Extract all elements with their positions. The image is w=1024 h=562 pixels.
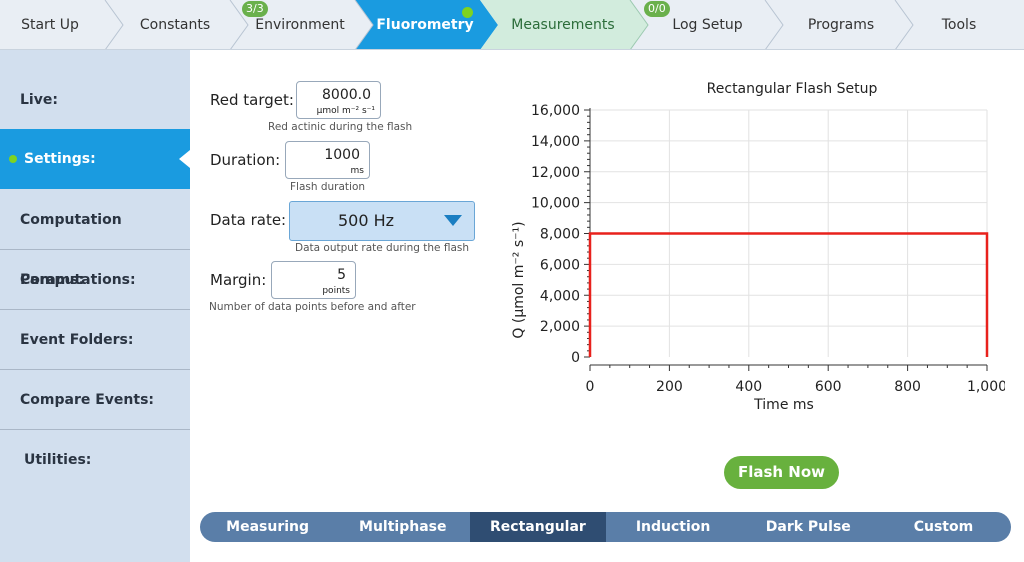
duration-hint: Flash duration <box>290 181 366 193</box>
tab-dark-pulse[interactable]: Dark Pulse <box>741 512 876 542</box>
y-tick-label: 14,000 <box>531 134 580 150</box>
y-tick-label: 4,000 <box>540 288 580 304</box>
sidebar: Live: Settings: Computation Params: Comp… <box>0 50 190 562</box>
data-rate-label: Data rate: <box>210 211 287 229</box>
tab-constants[interactable]: Constants <box>120 0 230 50</box>
tab-custom[interactable]: Custom <box>876 512 1011 542</box>
chart-y-ticks: 0 2,000 4,000 6,000 8,000 10,000 12,000 14,000 1… <box>531 103 590 366</box>
data-rate-hint: Data output rate during the flash <box>295 242 469 254</box>
duration-label: Duration: <box>210 151 281 169</box>
x-tick-label: 600 <box>815 379 842 395</box>
duration-input[interactable]: 1000 ms <box>285 141 370 179</box>
log-setup-count-badge: 0/0 <box>644 1 670 17</box>
red-target-label: Red target: <box>210 91 294 109</box>
sidebar-item-compare-events[interactable]: Compare Events: <box>0 370 190 430</box>
duration-value: 1000 <box>324 147 360 163</box>
red-target-hint: Red actinic during the flash <box>268 121 413 133</box>
red-target-value: 8000.0 <box>322 87 371 103</box>
sidebar-item-utilities[interactable]: Utilities: <box>0 430 190 490</box>
chart-x-axis-label: Time ms <box>753 397 814 413</box>
y-tick-label: 0 <box>571 350 580 366</box>
sidebar-item-computation-params[interactable]: Computation Params: <box>0 190 190 288</box>
margin-value: 5 <box>337 267 346 283</box>
x-tick-label: 200 <box>656 379 683 395</box>
sidebar-item-settings-label: Settings: <box>24 151 96 167</box>
sidebar-item-event-folders[interactable]: Event Folders: <box>0 310 190 370</box>
flash-now-button[interactable]: Flash Now <box>724 456 839 489</box>
settings-active-dot <box>9 155 17 163</box>
sidebar-item-settings[interactable]: Settings: <box>0 129 190 189</box>
tab-induction[interactable]: Induction <box>606 512 741 542</box>
y-tick-label: 2,000 <box>540 319 580 335</box>
tab-rectangular[interactable]: Rectangular <box>470 512 606 542</box>
data-rate-select[interactable]: 500 Hz <box>289 201 475 241</box>
flash-type-tabs: Measuring Multiphase Rectangular Inducti… <box>200 512 1011 542</box>
y-tick-label: 6,000 <box>540 257 580 273</box>
tab-tools[interactable]: Tools <box>905 0 1013 50</box>
red-target-unit: µmol m⁻² s⁻¹ <box>316 106 375 116</box>
duration-unit: ms <box>350 166 364 176</box>
y-tick-label: 16,000 <box>531 103 580 119</box>
sidebar-item-computations[interactable]: Computations: <box>0 250 190 310</box>
margin-input[interactable]: 5 points <box>271 261 356 299</box>
x-tick-label: 1,000 <box>967 379 1005 395</box>
margin-unit: points <box>322 286 350 296</box>
x-tick-label: 0 <box>586 379 595 395</box>
top-navigation: Start Up Constants Environment 3/3 Fluor… <box>0 0 1024 50</box>
x-tick-label: 800 <box>894 379 921 395</box>
environment-count-badge: 3/3 <box>242 1 268 17</box>
red-target-input[interactable]: 8000.0 µmol m⁻² s⁻¹ <box>296 81 381 119</box>
chart-title: Rectangular Flash Setup <box>707 81 878 97</box>
margin-label: Margin: <box>210 271 267 289</box>
tab-measuring[interactable]: Measuring <box>200 512 335 542</box>
chart-y-axis-label: Q (µmol m⁻² s⁻¹) <box>511 221 527 338</box>
data-rate-value: 500 Hz <box>338 211 395 230</box>
y-tick-label: 8,000 <box>540 227 580 243</box>
tab-programs[interactable]: Programs <box>780 0 902 50</box>
fluorometry-status-dot <box>462 7 473 18</box>
sidebar-item-live[interactable]: Live: <box>0 70 190 130</box>
margin-hint: Number of data points before and after <box>209 301 416 313</box>
tab-measurements[interactable]: Measurements <box>495 0 631 50</box>
y-tick-label: 10,000 <box>531 196 580 212</box>
y-tick-label: 12,000 <box>531 165 580 181</box>
rectangular-flash-chart: Rectangular Flash Setup Q (µmol m⁻² s⁻¹)… <box>511 81 1005 413</box>
x-tick-label: 400 <box>735 379 762 395</box>
tab-start-up[interactable]: Start Up <box>0 0 100 50</box>
tab-multiphase[interactable]: Multiphase <box>335 512 470 542</box>
chart-x-ticks: 0 200 400 600 800 1,000 <box>586 365 1005 395</box>
chevron-down-icon <box>444 215 462 226</box>
selection-pointer-icon <box>179 150 190 168</box>
